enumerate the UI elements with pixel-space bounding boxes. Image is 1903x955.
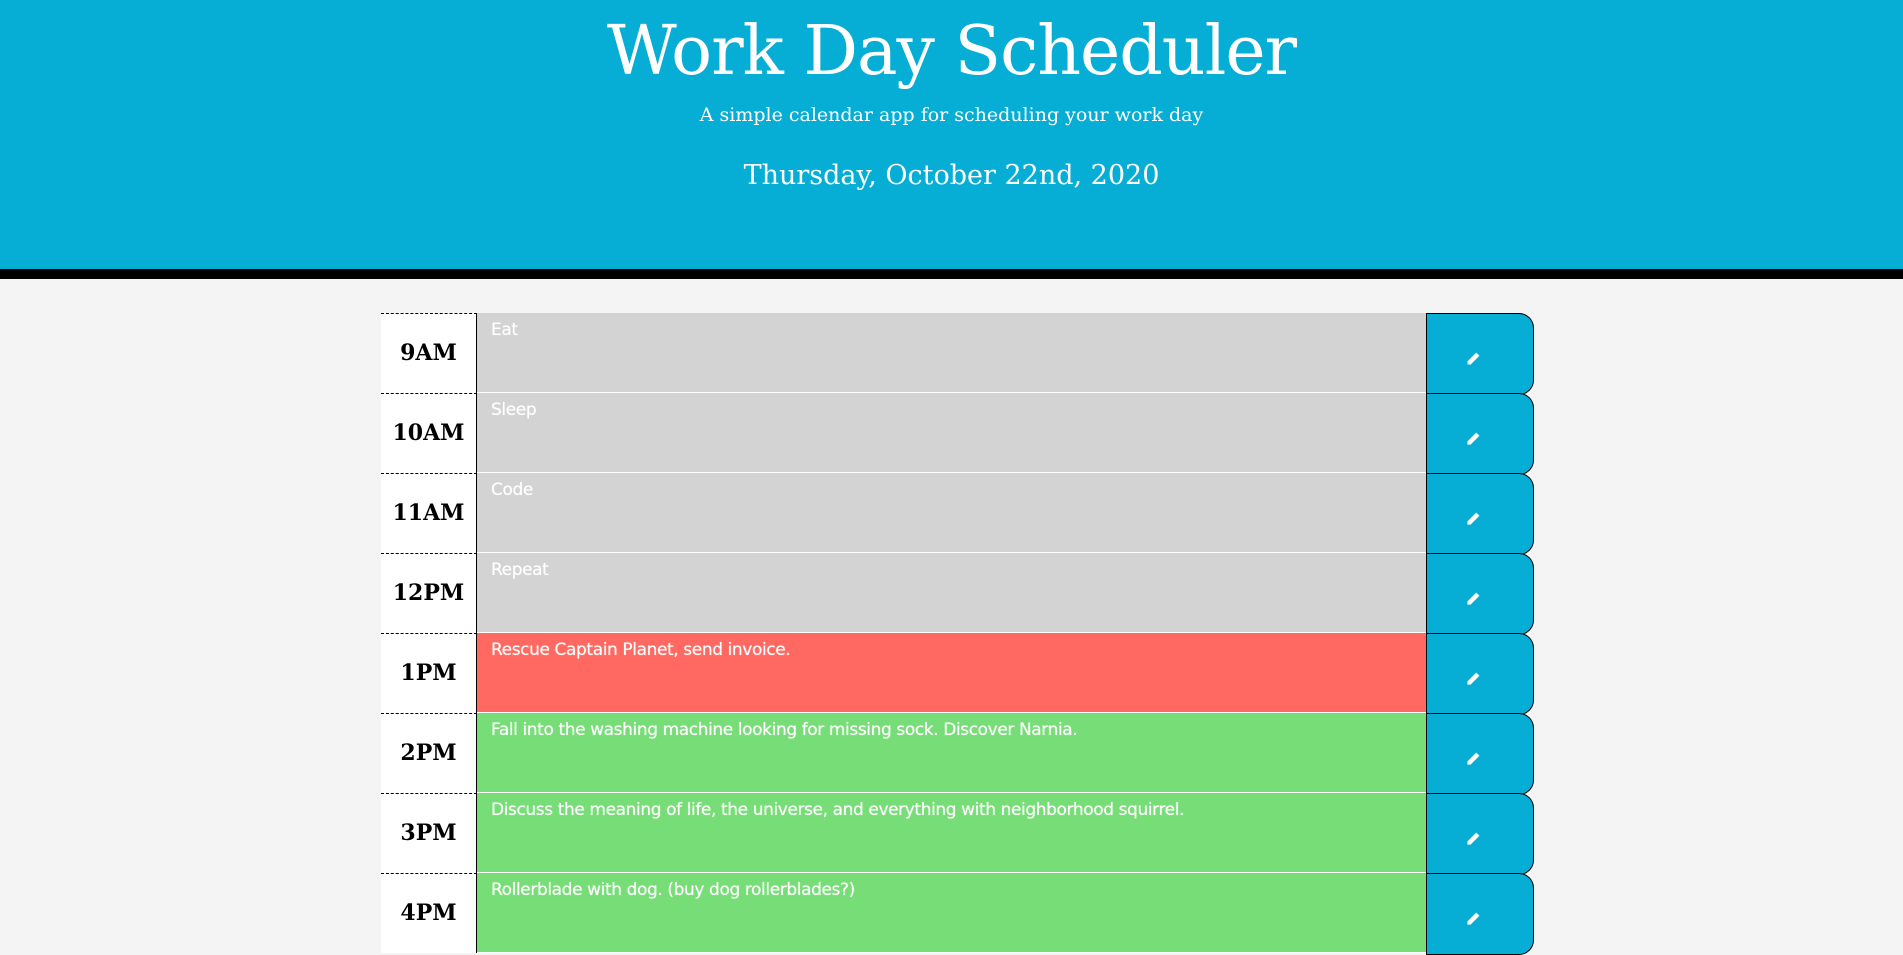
pencil-icon [1467, 832, 1480, 845]
event-description[interactable]: Code [477, 473, 1427, 553]
header: Work Day Scheduler A simple calendar app… [0, 0, 1903, 279]
current-date: Thursday, October 22nd, 2020 [743, 160, 1160, 191]
time-block-10am: 10AM Sleep [381, 393, 1534, 475]
pencil-icon [1467, 512, 1480, 525]
save-button[interactable] [1426, 393, 1534, 475]
event-description[interactable]: Rescue Captain Planet, send invoice. [477, 633, 1427, 713]
event-description[interactable]: Eat [477, 313, 1427, 393]
time-block-12pm: 12PM Repeat [381, 553, 1534, 635]
pencil-icon [1467, 432, 1480, 445]
pencil-icon [1467, 912, 1480, 925]
time-block-3pm: 3PM Discuss the meaning of life, the uni… [381, 793, 1534, 875]
save-button[interactable] [1426, 633, 1534, 715]
save-button[interactable] [1426, 553, 1534, 635]
time-block-9am: 9AM Eat [381, 313, 1534, 395]
save-button[interactable] [1426, 313, 1534, 395]
page-subtitle: A simple calendar app for scheduling you… [699, 104, 1204, 126]
event-description[interactable]: Sleep [477, 393, 1427, 473]
hour-label: 2PM [381, 713, 477, 793]
hour-label: 11AM [381, 473, 477, 553]
schedule: 9AM Eat 10AM Sleep 11AM Code 12PM Repeat… [381, 313, 1534, 955]
pencil-icon [1467, 592, 1480, 605]
hour-label: 4PM [381, 873, 477, 953]
pencil-icon [1467, 352, 1480, 365]
event-description[interactable]: Fall into the washing machine looking fo… [477, 713, 1427, 793]
event-description[interactable]: Discuss the meaning of life, the univers… [477, 793, 1427, 873]
event-description[interactable]: Rollerblade with dog. (buy dog rollerbla… [477, 873, 1427, 953]
save-button[interactable] [1426, 793, 1534, 875]
event-description[interactable]: Repeat [477, 553, 1427, 633]
pencil-icon [1467, 672, 1480, 685]
time-block-4pm: 4PM Rollerblade with dog. (buy dog rolle… [381, 873, 1534, 955]
pencil-icon [1467, 752, 1480, 765]
save-button[interactable] [1426, 873, 1534, 955]
page-title: Work Day Scheduler [606, 12, 1297, 91]
hour-label: 10AM [381, 393, 477, 473]
time-block-11am: 11AM Code [381, 473, 1534, 555]
save-button[interactable] [1426, 713, 1534, 795]
hour-label: 12PM [381, 553, 477, 633]
hour-label: 3PM [381, 793, 477, 873]
time-block-2pm: 2PM Fall into the washing machine lookin… [381, 713, 1534, 795]
hour-label: 1PM [381, 633, 477, 713]
time-block-1pm: 1PM Rescue Captain Planet, send invoice. [381, 633, 1534, 715]
save-button[interactable] [1426, 473, 1534, 555]
hour-label: 9AM [381, 313, 477, 393]
